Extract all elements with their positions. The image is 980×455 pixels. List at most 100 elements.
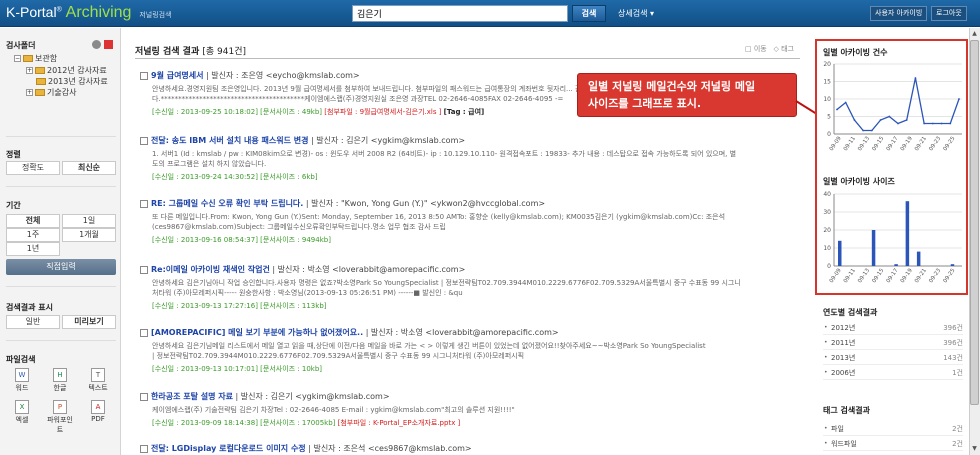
chart-size-title: 일별 아카이빙 사이즈 [823,177,895,186]
count-point [931,122,934,125]
tag-section-title: 태그 검색결과 [823,406,870,415]
count-point [949,122,952,125]
period-1year[interactable]: 1년 [6,242,60,256]
bullet: • [824,324,828,331]
expand-icon[interactable]: + [26,67,33,74]
hwp-icon: H [53,368,67,382]
file-type-text[interactable]: T 텍스트 [84,368,112,393]
scrollbar-thumb[interactable] [970,40,979,405]
result-checkbox[interactable] [140,444,148,453]
divider [6,286,116,287]
period-1week[interactable]: 1주 [6,228,60,242]
file-type-powerpoint[interactable]: P 파워포인트 [46,400,74,435]
file-type-pdf[interactable]: A PDF [84,400,112,423]
user-archive-button[interactable]: 사용자 아카이빙 [870,6,928,21]
y-tick-label: 20 [823,61,831,68]
period-section-title: 기간 [6,201,21,210]
result-body-2: 처타워 (주)아모레퍼시픽----- 원숭한사항 : 박소영님(2013-09-… [152,289,463,297]
result-checkbox[interactable] [140,265,148,274]
year-row[interactable]: • 2006년 1건 [823,366,963,380]
result-title[interactable]: RE: 그룹메일 수신 오류 확인 부탁 드립니다. [151,199,303,208]
result-attachment[interactable]: [첨부파일 : 9월급여명세서-김은기.xls ] [324,108,441,116]
sort-latest[interactable]: 최신순 [62,161,116,175]
bullet: • [824,369,828,376]
tag-label: 파일 [831,425,844,433]
size-bar [905,201,910,266]
top-bar: K-Portal® Archiving 저널링검색 검색 상세검색 ▾ 사용자 … [0,0,980,27]
result-meta: [수신일 : 2013-09-24 14:30:52] [문서사이즈 : 6kb… [152,173,318,181]
folder-add-icon[interactable] [104,40,113,49]
search-input[interactable] [352,5,568,22]
result-checkbox[interactable] [140,71,148,80]
annotation-callout: 일별 저널링 메일건수와 저널링 메일 사이즈를 그래프로 표시. [577,73,797,117]
year-count: 396건 [943,324,963,332]
pdf-icon: A [91,400,105,414]
scroll-up-icon[interactable]: ▲ [970,29,979,39]
result-body: 케이엠에스랩(주) 기술전략팀 김은기 차장Tel : 02-2646-4085… [152,406,515,414]
direct-input-button[interactable]: 직접입력 [6,259,116,275]
result-sender: | 발신자 : 박소영 <loverabbit@amorepacific.com… [272,265,466,274]
result-title[interactable]: 한라공조 포탈 설명 자료 [151,392,233,401]
tree-item-archive[interactable]: − 보관함 [14,53,57,64]
size-bar [894,264,898,266]
x-tick-label: 09-17 [886,267,900,284]
result-checkbox[interactable] [140,199,148,208]
x-tick-label: 09-19 [900,135,914,152]
results-count: [총 941건] [202,47,246,57]
tag-icon[interactable]: ◇ [773,45,778,53]
year-row[interactable]: • 2011년 396건 [823,336,963,350]
divider [6,186,116,187]
y-tick-label: 10 [823,245,831,252]
tree-item-2013[interactable]: 2013년 감사자료 [36,76,108,87]
period-1day[interactable]: 1일 [62,214,116,228]
year-row[interactable]: • 2013년 143건 [823,351,963,365]
logout-button[interactable]: 로그아웃 [931,6,967,21]
count-point [958,98,960,100]
collapse-icon[interactable]: − [14,55,21,62]
results-title: 저널링 검색 결과 [총 941건] [135,44,246,57]
move-icon[interactable]: □ [745,45,752,53]
sort-accuracy[interactable]: 정확도 [6,161,60,175]
result-title[interactable]: 9월 급여명세서 [151,71,204,80]
x-tick-label: 09-23 [928,135,942,152]
search-button[interactable]: 검색 [572,5,606,22]
display-normal[interactable]: 일반 [6,315,60,329]
expand-icon[interactable]: + [26,89,33,96]
scroll-down-icon[interactable]: ▼ [970,444,979,454]
tag-row[interactable]: • 워드파일 2건 [823,437,963,451]
result-title[interactable]: 전달: LGDisplay 로컬다운로드 이미지 수정 [151,444,306,453]
year-count: 143건 [943,354,963,362]
folder-settings-icon[interactable] [92,40,101,49]
folder-icon [23,55,33,62]
tag-row[interactable]: • 파일 2건 [823,422,963,436]
tree-item-2012[interactable]: +2012년 감사자료 [26,65,107,76]
result-checkbox[interactable] [140,392,148,401]
file-type-hwp[interactable]: H 한글 [46,368,74,393]
size-bar [916,251,921,266]
move-action[interactable]: 이동 [754,45,767,53]
file-type-label: 한글 [53,384,67,392]
result-title[interactable]: [AMOREPACIFIC] 메일 보기 부분에 가능하나 없어졌어요.. [151,328,363,337]
year-row[interactable]: • 2012년 396건 [823,321,963,335]
result-title[interactable]: Re:이메일 아카이빙 재색인 작업건 [151,265,270,274]
result-tag[interactable]: [Tag : 급여] [444,108,485,116]
tag-count: 2건 [952,440,963,448]
result-title[interactable]: 전달: 송도 IBM 서버 설치 내용 패스워드 변경 [151,136,309,145]
result-checkbox[interactable] [140,328,148,337]
result-checkbox[interactable] [140,136,148,145]
file-type-excel[interactable]: X 엑셀 [8,400,36,425]
result-attachment[interactable]: [첨부파일 : K-Portal_EP소개자료.pptx ] [338,419,461,427]
text-icon: T [91,368,105,382]
period-all[interactable]: 전체 [6,214,60,228]
count-point [940,122,943,125]
app-logo[interactable]: K-Portal® Archiving 저널링검색 [6,4,172,22]
display-preview[interactable]: 미리보기 [62,315,116,329]
year-label: 2012년 [831,324,856,332]
tag-action[interactable]: 태그 [781,45,794,53]
file-type-word[interactable]: W 워드 [8,368,36,393]
logo-main: K-Portal [6,4,57,20]
period-1month[interactable]: 1개월 [62,228,116,242]
y-tick-label: 15 [823,79,831,86]
advanced-search-link[interactable]: 상세검색 ▾ [618,8,654,19]
tree-item-tech-audit[interactable]: + 기술감사 [26,87,76,98]
